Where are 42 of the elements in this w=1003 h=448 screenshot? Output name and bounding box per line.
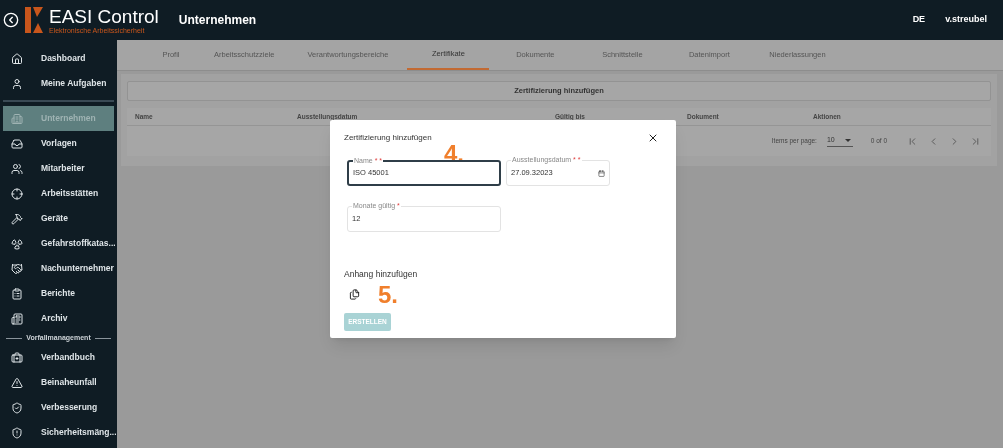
sidebar-item[interactable]: Verbandbuch xyxy=(3,345,114,370)
building-icon xyxy=(11,112,23,125)
logo-title: EASI Control xyxy=(49,6,159,26)
sidebar-item[interactable]: Arbeitsstätten xyxy=(3,181,114,206)
sidebar-item[interactable]: Vorlagen xyxy=(3,131,114,156)
sidebar-item[interactable]: Verbesserung xyxy=(3,395,114,420)
annotation-label: 5. xyxy=(378,282,398,307)
first-aid-icon xyxy=(11,351,23,364)
dialog-title: Zertifizierung hinzufügen xyxy=(344,132,432,144)
hammer-icon xyxy=(11,212,23,225)
sidebar-item[interactable]: Geräte xyxy=(3,206,114,231)
inbox-icon xyxy=(11,137,23,150)
shield-check-icon xyxy=(11,401,23,414)
attachment-label: Anhang hinzufügen xyxy=(344,268,419,281)
sidebar-item[interactable]: Dashboard xyxy=(3,46,114,71)
close-icon[interactable] xyxy=(647,132,659,144)
sidebar-item[interactable]: Mitarbeiter xyxy=(3,156,114,181)
hazard-icon xyxy=(11,237,23,250)
logo-icon xyxy=(25,5,45,35)
clipboard-icon xyxy=(11,287,23,300)
calendar-icon[interactable] xyxy=(598,169,605,177)
files-icon[interactable] xyxy=(349,289,360,301)
person-icon xyxy=(11,77,23,90)
sidebar-item[interactable]: Meine Aufgaben xyxy=(3,71,114,96)
document-icon xyxy=(11,312,23,325)
sidebar-item[interactable]: Nachunternehmer xyxy=(3,256,114,281)
warning-icon xyxy=(11,376,23,389)
crosshair-icon xyxy=(11,187,23,200)
language-selector[interactable]: DE xyxy=(912,13,926,27)
people-icon xyxy=(11,162,23,175)
sidebar-item[interactable]: Beinaheunfall xyxy=(3,370,114,395)
handshake-icon xyxy=(11,262,23,275)
shield-alert-icon xyxy=(11,426,23,439)
page-title: Unternehmen xyxy=(178,12,257,29)
user-name[interactable]: v.streubel xyxy=(945,13,987,27)
sidebar-item[interactable]: Archiv xyxy=(3,306,114,331)
sidebar-item[interactable]: Sicherheitsmäng... xyxy=(3,420,114,445)
back-icon[interactable] xyxy=(3,12,19,28)
house-icon xyxy=(11,52,23,65)
sidebar-item[interactable]: Gefahrstoffkatas... xyxy=(3,231,114,256)
sidebar-item[interactable]: Berichte xyxy=(3,281,114,306)
dropdown-icon xyxy=(844,139,851,142)
